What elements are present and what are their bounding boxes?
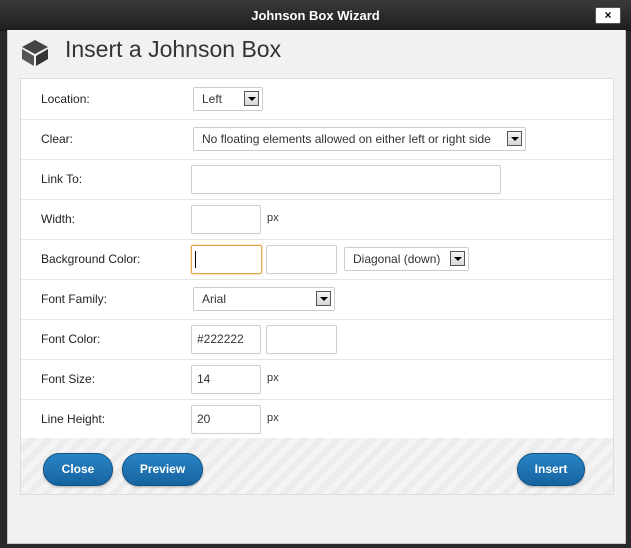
dialog-header: Insert a Johnson Box (8, 30, 625, 78)
dialog-footer: Close Preview Insert (20, 438, 614, 495)
clear-value: No floating elements allowed on either l… (202, 132, 491, 146)
gradient-direction-value: Diagonal (down) (353, 252, 441, 266)
location-label: Location: (41, 92, 90, 106)
clear-label: Clear: (41, 132, 74, 146)
line-height-label: Line Height: (41, 412, 106, 426)
width-input[interactable] (191, 205, 261, 234)
chevron-down-icon (316, 291, 331, 306)
font-size-label: Font Size: (41, 372, 96, 386)
page-title: Insert a Johnson Box (65, 36, 282, 62)
font-color-row: Font Color: #222222 (21, 319, 613, 360)
location-row: Location: Left (21, 79, 613, 120)
preview-button[interactable]: Preview (122, 453, 203, 486)
insert-button[interactable]: Insert (517, 453, 585, 486)
font-color-label: Font Color: (41, 332, 101, 346)
window-title: Johnson Box Wizard (251, 8, 380, 23)
close-window-button[interactable]: × (595, 7, 621, 24)
font-family-select[interactable]: Arial (193, 287, 335, 311)
font-size-unit: px (267, 372, 279, 384)
background-color-label: Background Color: (41, 252, 141, 266)
background-color-row: Background Color: Diagonal (down) (21, 239, 613, 280)
gradient-direction-select[interactable]: Diagonal (down) (344, 247, 469, 271)
close-button[interactable]: Close (43, 453, 113, 486)
link-to-label: Link To: (41, 172, 83, 186)
line-height-input[interactable]: 20 (191, 405, 261, 434)
clear-select[interactable]: No floating elements allowed on either l… (193, 127, 526, 151)
font-size-row: Font Size: 14 px (21, 359, 613, 400)
font-family-label: Font Family: (41, 292, 108, 306)
font-size-input[interactable]: 14 (191, 365, 261, 394)
clear-row: Clear: No floating elements allowed on e… (21, 119, 613, 160)
width-unit: px (267, 212, 279, 224)
chevron-down-icon (507, 131, 522, 146)
title-bar: Johnson Box Wizard × (0, 0, 631, 31)
width-label: Width: (41, 212, 76, 226)
line-height-unit: px (267, 412, 279, 424)
background-color-input[interactable] (191, 245, 262, 274)
location-select[interactable]: Left (193, 87, 263, 111)
link-to-row: Link To: (21, 159, 613, 200)
font-family-value: Arial (202, 292, 227, 306)
line-height-row: Line Height: 20 px (21, 399, 613, 439)
font-family-row: Font Family: Arial (21, 279, 613, 320)
link-to-input[interactable] (191, 165, 501, 194)
chevron-down-icon (450, 251, 465, 266)
font-color-input[interactable]: #222222 (191, 325, 261, 354)
settings-form: Location: Left Clear: No floating elemen… (20, 78, 614, 440)
wizard-dialog: Insert a Johnson Box Location: Left Clea… (7, 30, 626, 544)
font-color-2-input[interactable] (266, 325, 337, 354)
location-value: Left (202, 92, 223, 106)
box-icon (22, 40, 48, 66)
background-color-2-input[interactable] (266, 245, 337, 274)
width-row: Width: px (21, 199, 613, 240)
chevron-down-icon (244, 91, 259, 106)
